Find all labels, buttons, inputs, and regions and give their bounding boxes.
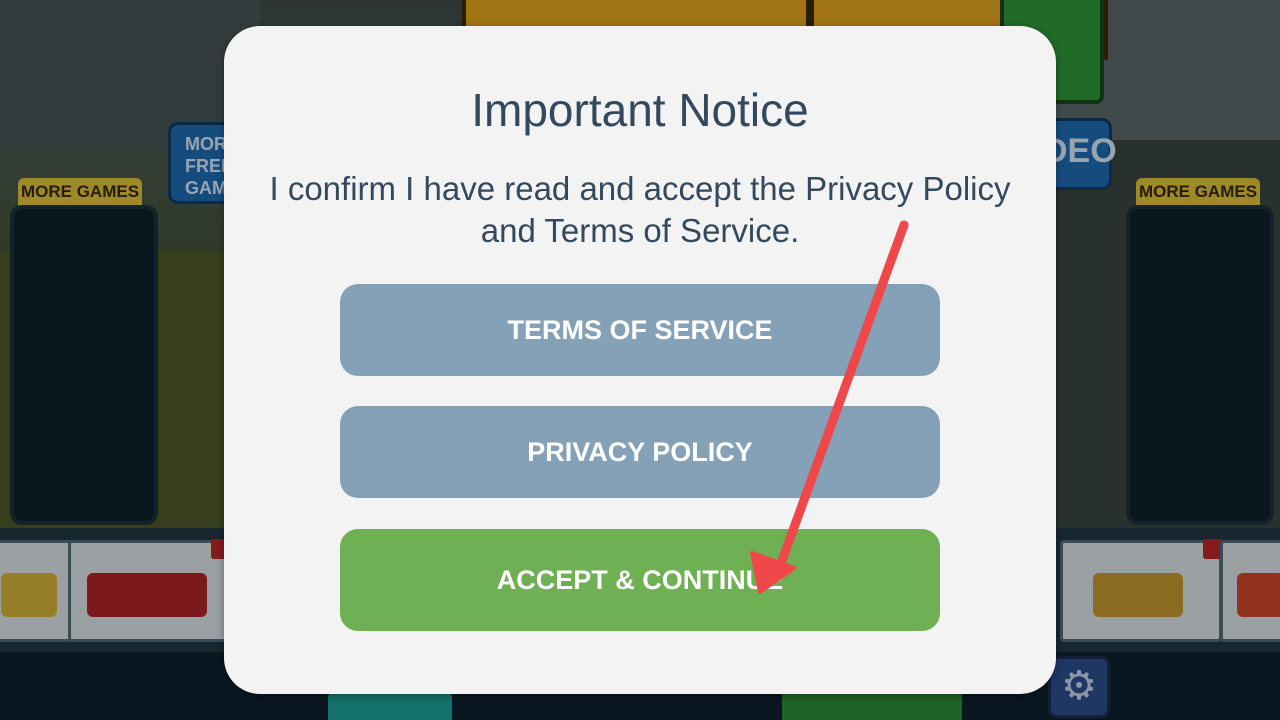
- dialog-title: Important Notice: [471, 84, 809, 136]
- privacy-policy-button[interactable]: PRIVACY POLICY: [340, 406, 940, 498]
- important-notice-dialog: Important Notice I confirm I have read a…: [224, 26, 1056, 694]
- terms-of-service-button[interactable]: TERMS OF SERVICE: [340, 284, 940, 376]
- accept-continue-button[interactable]: ACCEPT & CONTINUE: [340, 529, 940, 631]
- dialog-message: I confirm I have read and accept the Pri…: [269, 170, 1011, 249]
